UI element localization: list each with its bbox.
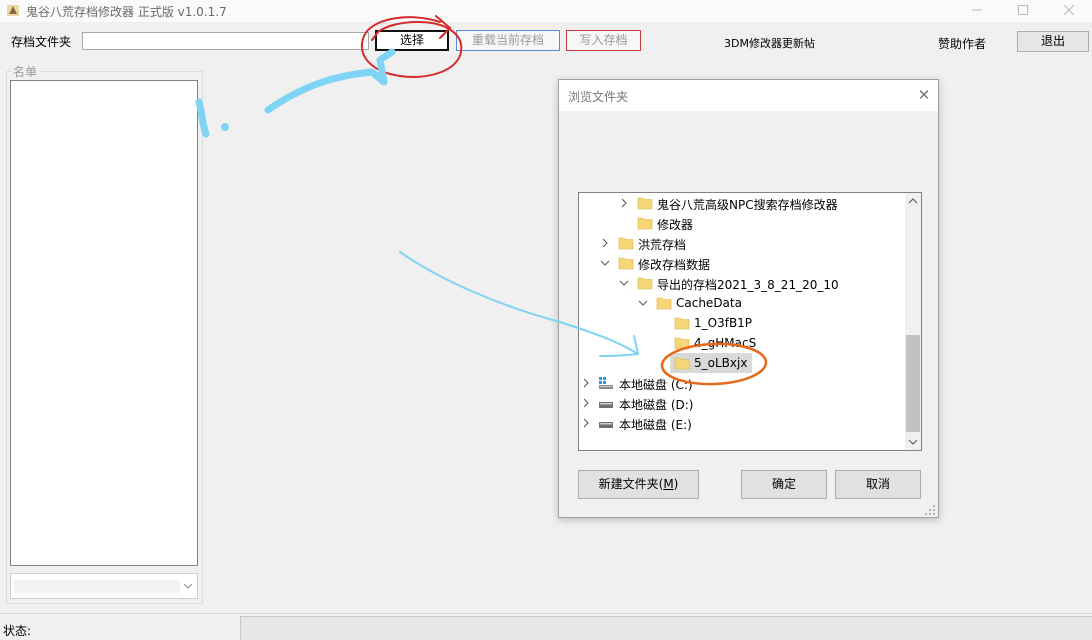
folder-tree[interactable]: 鬼谷八荒高级NPC搜索存档修改器 修改器 洪荒存档 修改存档数据 导出的存档20… xyxy=(578,192,922,451)
tree-item[interactable]: 洪荒存档 xyxy=(579,233,905,253)
tree-item-label: 1_O3fB1P xyxy=(694,316,753,330)
exit-button[interactable]: 退出 xyxy=(1017,31,1089,52)
tree-item-label: 修改存档数据 xyxy=(638,258,711,272)
annotation-blue-arrow-top xyxy=(264,48,396,114)
folder-icon xyxy=(618,237,634,250)
status-field xyxy=(240,616,1092,640)
folder-icon xyxy=(637,217,653,230)
close-icon xyxy=(1063,4,1075,16)
dialog-title: 浏览文件夹 xyxy=(568,90,629,104)
tree-item[interactable]: 1_O3fB1P xyxy=(579,313,905,333)
folder-icon xyxy=(637,277,653,290)
select-button[interactable]: 选择 xyxy=(375,30,449,51)
folder-icon xyxy=(674,357,690,370)
tree-item[interactable]: 修改存档数据 xyxy=(579,253,905,273)
scrollbar-thumb[interactable] xyxy=(906,335,920,432)
folder-icon xyxy=(674,337,690,350)
folder-icon xyxy=(637,197,653,210)
sponsor-link[interactable]: 赞助作者 xyxy=(938,35,986,52)
new-folder-suffix: ) xyxy=(673,477,679,491)
tree-item[interactable]: 4_gHMacS xyxy=(579,333,905,353)
resize-grip-icon[interactable] xyxy=(924,504,936,516)
folder-icon xyxy=(618,257,634,270)
chevron-up-icon[interactable] xyxy=(905,193,921,209)
title-bar: 鬼谷八荒存档修改器 正式版 v1.0.1.7 xyxy=(0,0,1092,22)
folder-icon xyxy=(674,317,690,330)
tree-item[interactable]: 本地磁盘 (E:) xyxy=(579,413,905,433)
tree-item-selected[interactable]: 5_oLBxjx xyxy=(579,353,905,373)
tree-item-label: 鬼谷八荒高级NPC搜索存档修改器 xyxy=(657,198,838,212)
dialog-titlebar: 浏览文件夹 ✕ xyxy=(559,80,938,111)
chevron-down-icon[interactable] xyxy=(636,295,650,311)
tree-item-label: 4_gHMacS xyxy=(694,336,757,350)
dialog-close-icon[interactable]: ✕ xyxy=(910,81,938,109)
forum-link[interactable]: 3DM修改器更新帖 xyxy=(724,35,815,51)
reload-save-button[interactable]: 重载当前存档 xyxy=(456,30,560,51)
new-folder-mnemonic: M xyxy=(663,477,674,491)
chevron-right-icon[interactable] xyxy=(598,235,612,251)
chevron-right-icon[interactable] xyxy=(579,395,593,411)
chevron-right-icon[interactable] xyxy=(617,195,631,211)
window-title: 鬼谷八荒存档修改器 正式版 v1.0.1.7 xyxy=(26,5,227,19)
tree-item-label: 洪荒存档 xyxy=(638,238,687,252)
maximize-icon xyxy=(1018,5,1028,15)
minimize-icon xyxy=(972,9,982,11)
chevron-right-icon[interactable] xyxy=(579,375,593,391)
name-group-label: 名单 xyxy=(11,63,40,80)
tree-item-label: CacheData xyxy=(676,296,742,310)
tree-item[interactable]: 导出的存档2021_3_8_21_20_10 xyxy=(579,273,905,293)
tree-item[interactable]: 本地磁盘 (C:) xyxy=(579,373,905,393)
tree-item-label: 本地磁盘 (E:) xyxy=(619,418,692,432)
name-list[interactable] xyxy=(10,80,198,566)
chevron-right-icon[interactable] xyxy=(579,415,593,431)
tree-item[interactable]: 鬼谷八荒高级NPC搜索存档修改器 xyxy=(579,193,905,213)
cancel-button[interactable]: 取消 xyxy=(835,470,921,499)
write-save-button[interactable]: 写入存档 xyxy=(566,30,641,51)
windows-drive-icon xyxy=(599,377,613,389)
status-separator xyxy=(0,613,1092,614)
tree-item[interactable]: 修改器 xyxy=(579,213,905,233)
tree-item[interactable]: 本地磁盘 (D:) xyxy=(579,393,905,413)
folder-label: 存档文件夹 xyxy=(11,35,72,49)
close-button[interactable] xyxy=(1046,0,1092,22)
status-label: 状态: xyxy=(3,624,32,638)
tree-item-label: 修改器 xyxy=(657,218,694,232)
app-icon xyxy=(7,5,19,16)
chevron-down-icon[interactable] xyxy=(905,434,921,450)
annotation-blue-dot xyxy=(221,123,229,131)
browse-folder-dialog: 浏览文件夹 ✕ 鬼谷八荒高级NPC搜索存档修改器 修改器 洪荒存档 修改存档数据 xyxy=(558,79,939,518)
maximize-button[interactable] xyxy=(1000,0,1046,22)
name-combo[interactable] xyxy=(10,573,198,599)
ok-button[interactable]: 确定 xyxy=(741,470,827,499)
minimize-button[interactable] xyxy=(954,0,1000,22)
tree-item-label: 5_oLBxjx xyxy=(694,356,748,370)
chevron-down-icon[interactable] xyxy=(598,255,612,271)
new-folder-button[interactable]: 新建文件夹(M) xyxy=(578,470,699,499)
tree-item-label: 本地磁盘 (C:) xyxy=(619,378,693,392)
chevron-down-icon[interactable] xyxy=(179,574,197,598)
combo-value xyxy=(14,580,180,593)
new-folder-label: 新建文件夹( xyxy=(598,477,664,491)
folder-icon xyxy=(656,297,672,310)
drive-icon xyxy=(599,422,613,428)
tree-scrollbar[interactable] xyxy=(905,193,921,450)
drive-icon xyxy=(599,402,613,408)
chevron-down-icon[interactable] xyxy=(617,275,631,291)
tree-item-label: 导出的存档2021_3_8_21_20_10 xyxy=(657,278,839,292)
folder-path-input[interactable] xyxy=(82,32,369,50)
tree-item[interactable]: CacheData xyxy=(579,293,905,313)
tree-item-label: 本地磁盘 (D:) xyxy=(619,398,694,412)
